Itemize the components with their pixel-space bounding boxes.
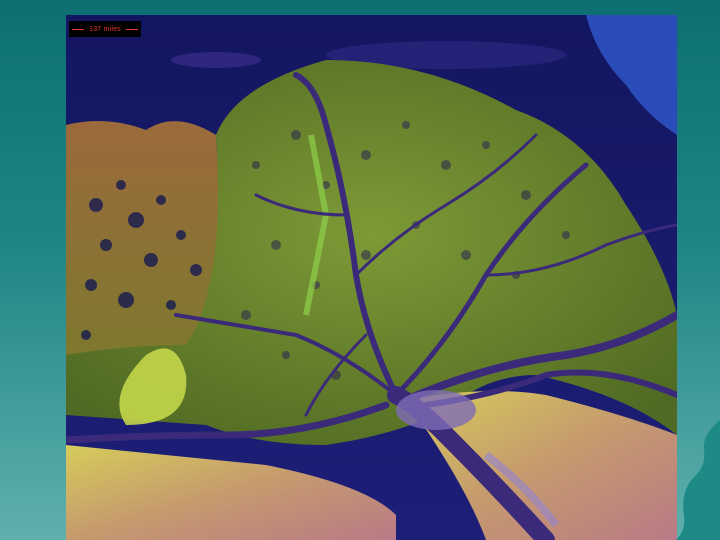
scale-bar: 137 miles — [69, 21, 141, 37]
slide: 137 miles — [0, 0, 720, 540]
scale-arrow-left-icon — [72, 29, 84, 30]
corner-decoration-icon — [676, 420, 720, 540]
delta-satellite-image: 137 miles — [66, 15, 677, 540]
delta-satellite-graphic — [66, 15, 677, 540]
delta-apex-sandbar — [396, 390, 476, 430]
scale-label: 137 miles — [89, 25, 121, 33]
scale-arrow-right-icon — [126, 29, 138, 30]
